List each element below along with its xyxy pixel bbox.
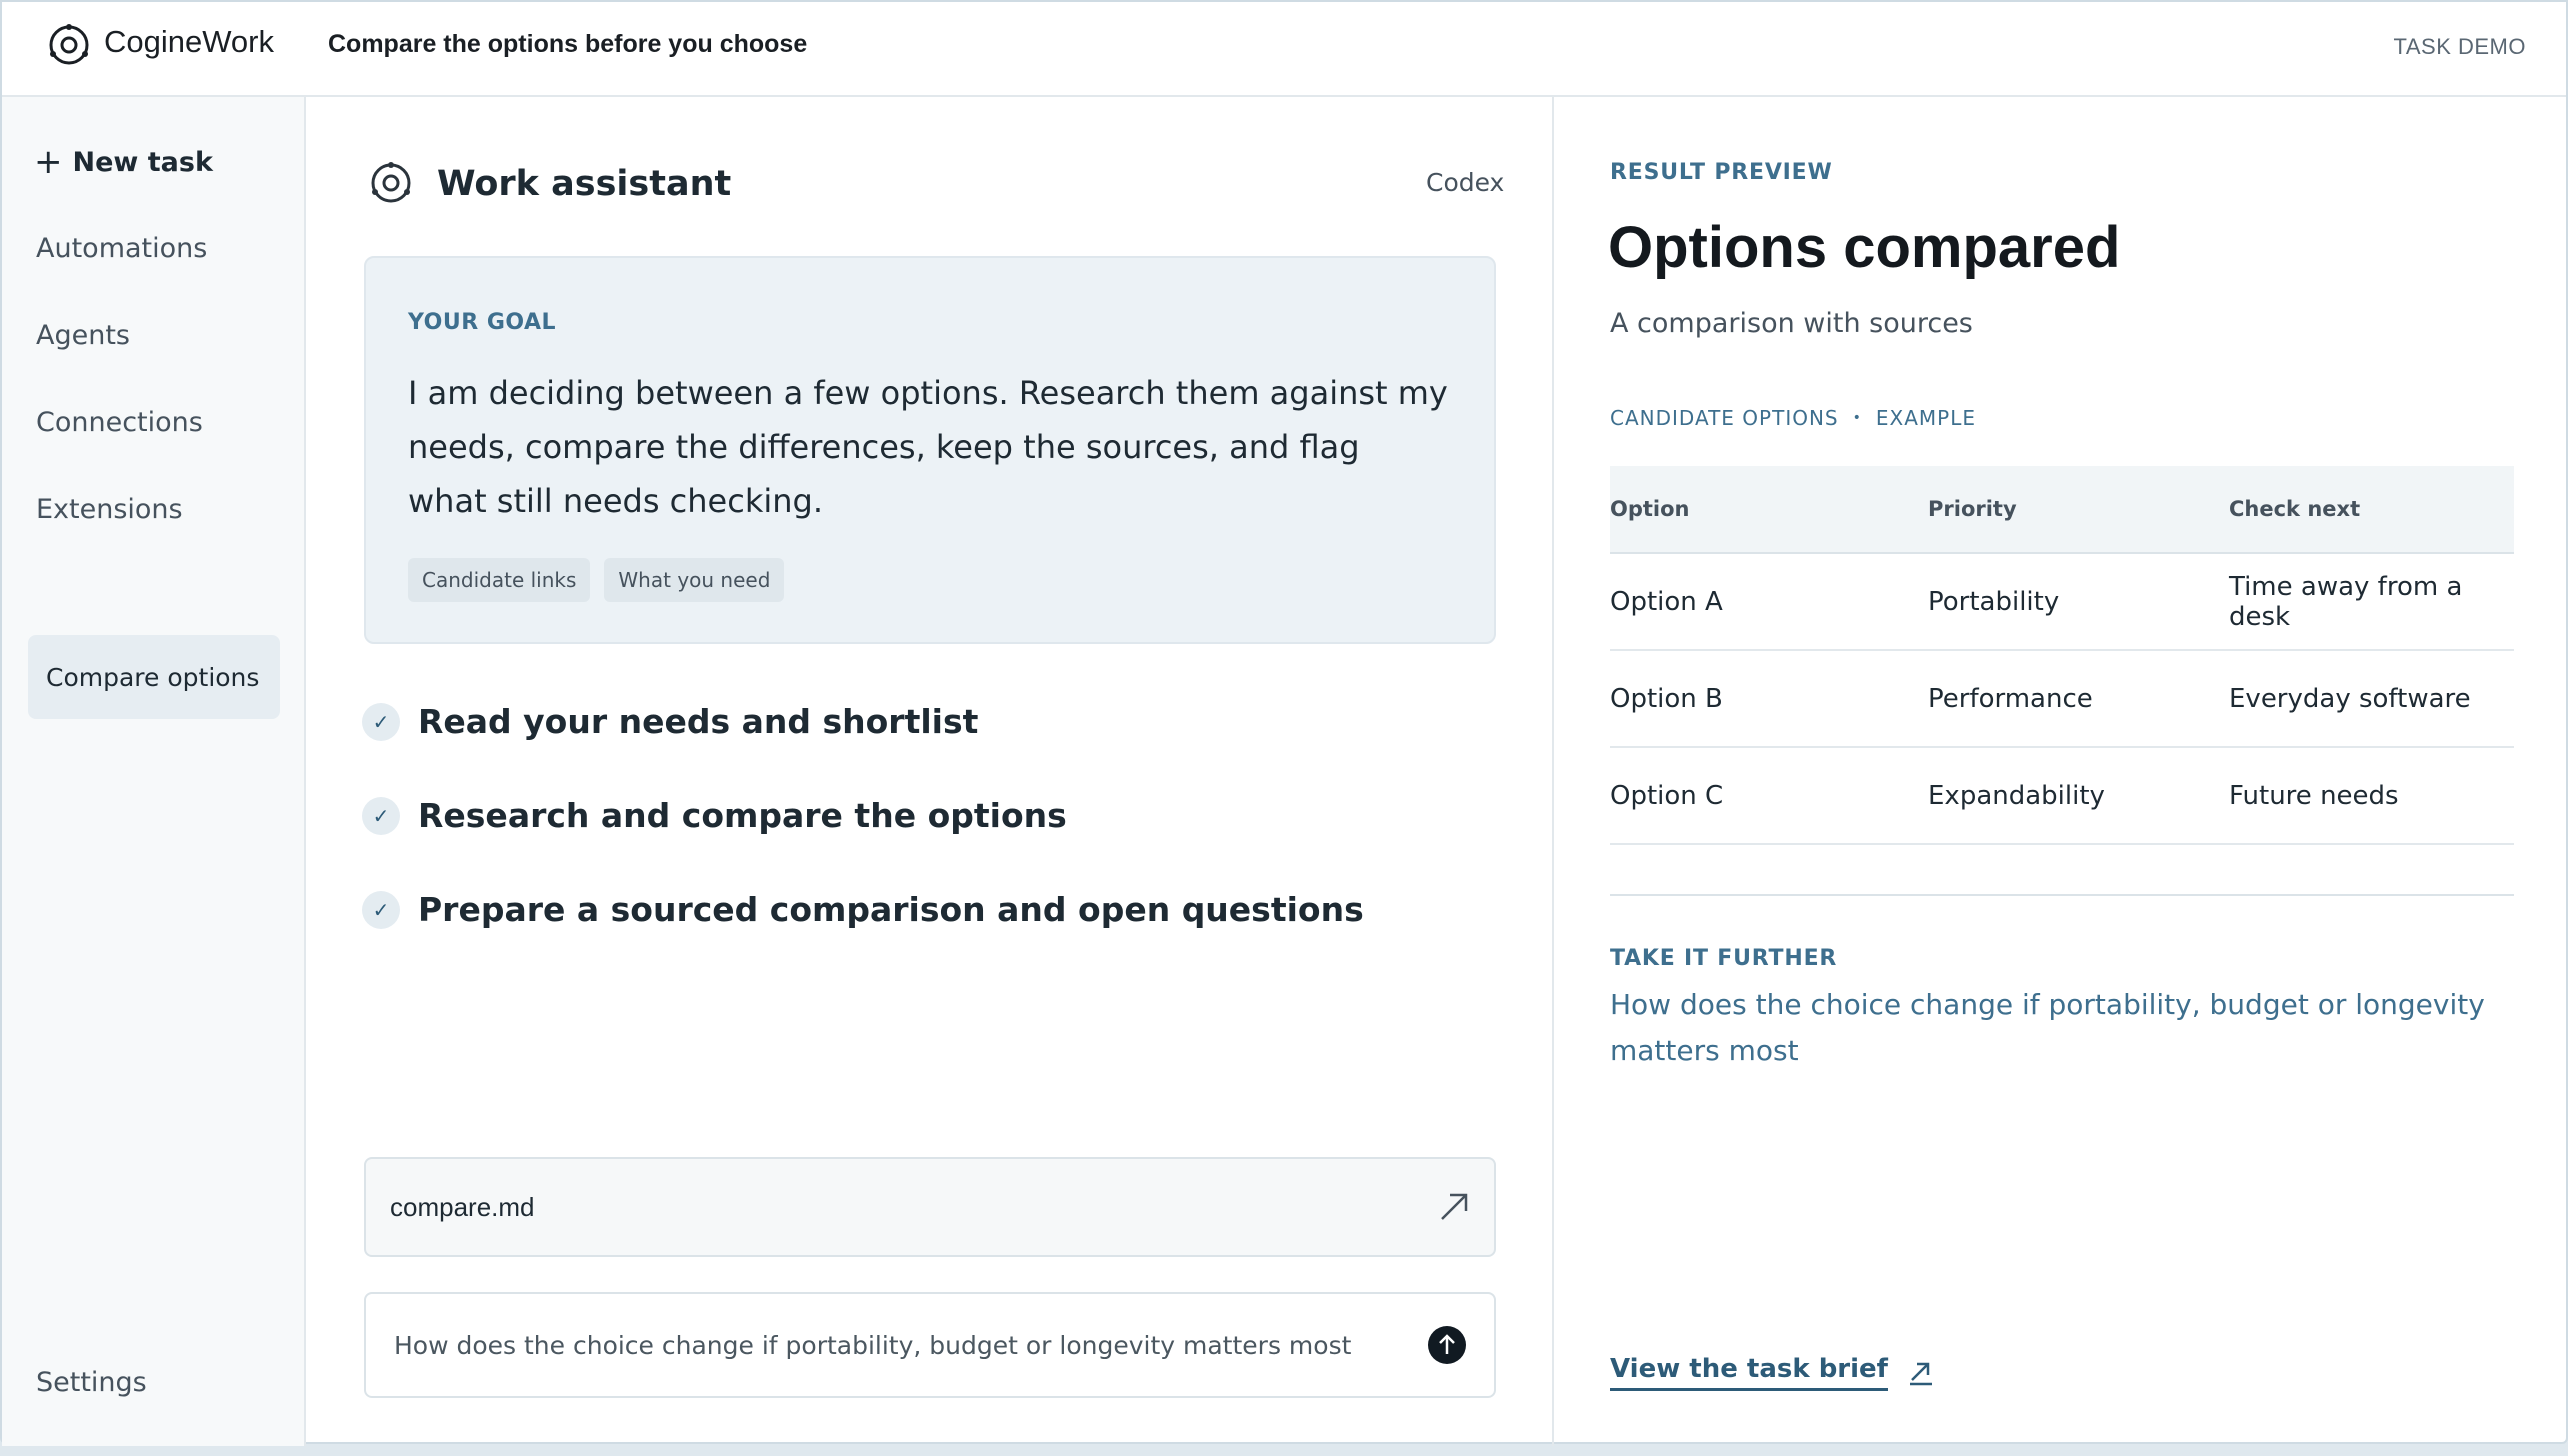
new-task-label: New task: [72, 146, 213, 178]
arrow-up-icon: [1439, 1334, 1455, 1354]
assistant-icon: [371, 162, 411, 203]
check-icon: ✓: [362, 796, 400, 835]
section-divider: [1610, 894, 2514, 896]
file-name: compare.md: [390, 1191, 535, 1222]
model-label: Codex: [1426, 168, 1505, 197]
step-item: ✓ Research and compare the options: [362, 796, 1067, 835]
sidebar-item-compare-options[interactable]: Compare options: [28, 635, 280, 719]
assistant-title: Work assistant: [437, 164, 732, 204]
step-item: ✓ Read your needs and shortlist: [362, 702, 978, 741]
table-cell: Portability: [1928, 586, 2060, 617]
open-external-icon: [1910, 1362, 1932, 1385]
step-label: Prepare a sourced comparison and open qu…: [418, 890, 1364, 929]
brief-link-label: View the task brief: [1610, 1354, 1888, 1391]
table-cell: Option B: [1610, 683, 1723, 714]
step-label: Research and compare the options: [418, 796, 1067, 835]
goal-chips: Candidate links What you need: [408, 558, 785, 602]
separator-dot: •: [1852, 410, 1862, 426]
step-label: Read your needs and shortlist: [418, 702, 979, 741]
sidebar-item-agents[interactable]: Agents: [36, 320, 130, 351]
chip-candidate-links[interactable]: Candidate links: [408, 558, 591, 602]
column-header-check-next: Check next: [2229, 497, 2361, 521]
table-cell: Performance: [1928, 683, 2093, 714]
result-subtitle: A comparison with sources: [1610, 308, 1973, 339]
column-header-option: Option: [1610, 497, 1690, 521]
table-cell: Everyday software: [2229, 683, 2471, 714]
goal-card: YOUR GOAL I am deciding between a few op…: [364, 256, 1496, 644]
table-cell: Time away from a desk: [2229, 571, 2463, 632]
view-task-brief-link[interactable]: View the task brief: [1610, 1354, 1934, 1391]
goal-text: I am deciding between a few options. Res…: [408, 374, 1448, 520]
chip-what-you-need[interactable]: What you need: [604, 558, 785, 602]
plus-icon: +: [34, 142, 63, 182]
file-card[interactable]: compare.md: [364, 1157, 1496, 1257]
table-cell: Expandability: [1928, 780, 2105, 811]
sidebar-item-extensions[interactable]: Extensions: [36, 494, 183, 525]
sidebar-item-settings[interactable]: Settings: [36, 1367, 147, 1398]
step-item: ✓ Prepare a sourced comparison and open …: [362, 890, 1364, 929]
task-demo-label: TASK DEMO: [2393, 34, 2526, 59]
page-heading: Compare the options before you choose: [328, 30, 808, 58]
options-table: Option Priority Check next Option A Port…: [1610, 466, 2514, 845]
sidebar: + New task Automations Agents Connection…: [2, 97, 306, 1446]
table-cell: Option C: [1610, 780, 1724, 811]
check-icon: ✓: [362, 890, 400, 929]
top-bar: CogineWork Compare the options before yo…: [2, 2, 2566, 97]
table-label-text: CANDIDATE OPTIONS: [1610, 406, 1839, 430]
new-task-button[interactable]: + New task: [34, 145, 213, 179]
prompt-text: How does the choice change if portabilit…: [394, 1330, 1352, 1360]
send-button[interactable]: [1428, 1326, 1466, 1364]
table-header: Option Priority Check next: [1610, 466, 2514, 554]
prompt-input[interactable]: How does the choice change if portabilit…: [364, 1292, 1496, 1398]
panel-divider: [1552, 97, 1554, 1446]
table-row: Option A Portability Time away from a de…: [1610, 554, 2514, 651]
result-title: Options compared: [1608, 215, 2121, 280]
table-tag: EXAMPLE: [1875, 406, 1977, 430]
table-row: Option C Expandability Future needs: [1610, 748, 2514, 845]
table-row: Option B Performance Everyday software: [1610, 651, 2514, 748]
table-cell: Future needs: [2229, 780, 2399, 811]
table-label: CANDIDATE OPTIONS • EXAMPLE: [1610, 406, 1976, 430]
logo-icon: [49, 24, 89, 65]
sidebar-item-connections[interactable]: Connections: [36, 407, 203, 438]
sidebar-item-automations[interactable]: Automations: [36, 233, 207, 264]
app-window: CogineWork Compare the options before yo…: [0, 0, 2568, 1446]
table-cell: Option A: [1610, 586, 1723, 617]
brand-name: CogineWork: [104, 24, 275, 59]
sidebar-item-label: Compare options: [46, 662, 260, 692]
take-further-suggestion[interactable]: How does the choice change if portabilit…: [1610, 982, 2510, 1074]
check-icon: ✓: [362, 702, 400, 741]
column-header-priority: Priority: [1928, 497, 2017, 521]
result-eyebrow: RESULT PREVIEW: [1610, 160, 1833, 185]
open-external-icon[interactable]: [1438, 1191, 1470, 1223]
goal-label: YOUR GOAL: [408, 310, 557, 335]
take-further-label: TAKE IT FURTHER: [1610, 946, 1838, 971]
